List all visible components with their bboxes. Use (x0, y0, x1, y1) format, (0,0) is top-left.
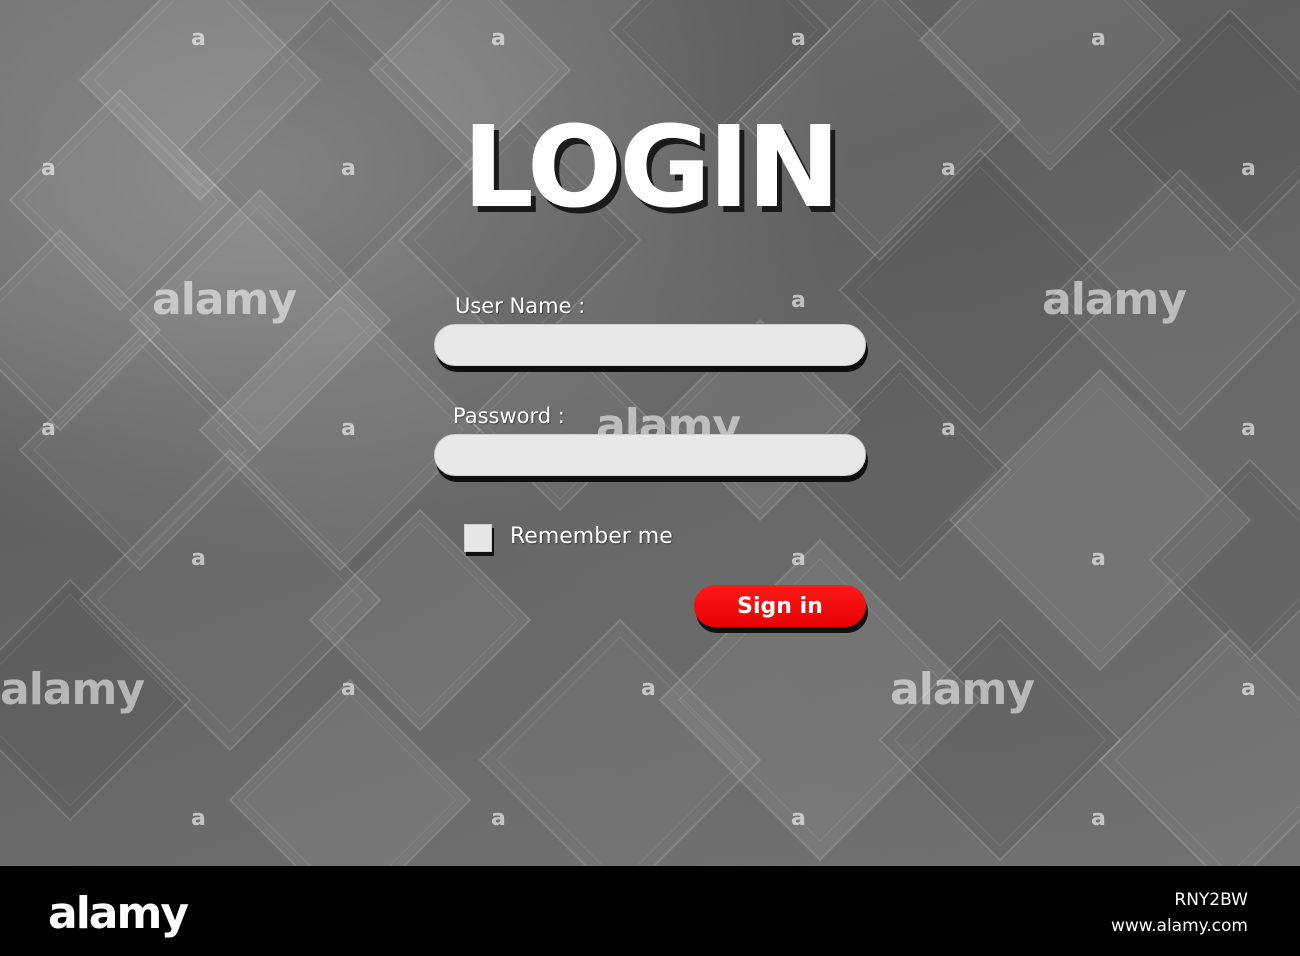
watermark-mark: a (41, 416, 56, 441)
watermark-logo: alamy (1042, 274, 1187, 325)
username-input[interactable] (434, 324, 866, 366)
watermark-mark: a (791, 288, 806, 313)
watermark-mark: a (1241, 416, 1256, 441)
background-canvas: alamy alamy alamy alamy alamy a a a a a a a a a a a a a a a… (0, 0, 1300, 866)
watermark-mark: a (1091, 546, 1106, 571)
login-title: LOGIN (462, 103, 841, 233)
password-label: Password : (453, 404, 565, 428)
footer-logo: alamy (48, 888, 189, 939)
username-label: User Name : (455, 294, 586, 318)
footer-url: www.alamy.com (1110, 916, 1248, 936)
sign-in-button[interactable]: Sign in (694, 585, 866, 627)
watermark-mark: a (191, 546, 206, 571)
watermark-mark: a (641, 676, 656, 701)
watermark-mark: a (1091, 26, 1106, 51)
watermark-mark: a (1091, 806, 1106, 831)
watermark-logo: alamy (0, 664, 145, 715)
watermark-logo: alamy (890, 664, 1035, 715)
watermark-mark: a (1241, 676, 1256, 701)
remember-me-checkbox[interactable] (464, 524, 492, 552)
watermark-mark: a (791, 806, 806, 831)
login-screen: alamy alamy alamy alamy alamy a a a a a a a a a a a a a a a… (0, 0, 1300, 956)
watermark-mark: a (191, 806, 206, 831)
watermark-mark: a (941, 416, 956, 441)
remember-me-label: Remember me (510, 524, 673, 549)
footer-image-id: RNY2BW (1174, 890, 1248, 910)
footer-bar: alamy RNY2BW www.alamy.com (0, 866, 1300, 956)
watermark-logo: alamy (152, 274, 297, 325)
watermark-mark: a (791, 26, 806, 51)
watermark-mark: a (491, 26, 506, 51)
watermark-mark: a (341, 416, 356, 441)
watermark-mark: a (191, 26, 206, 51)
watermark-mark: a (491, 806, 506, 831)
watermark-mark: a (791, 546, 806, 571)
watermark-mark: a (341, 676, 356, 701)
password-input[interactable] (434, 434, 866, 476)
